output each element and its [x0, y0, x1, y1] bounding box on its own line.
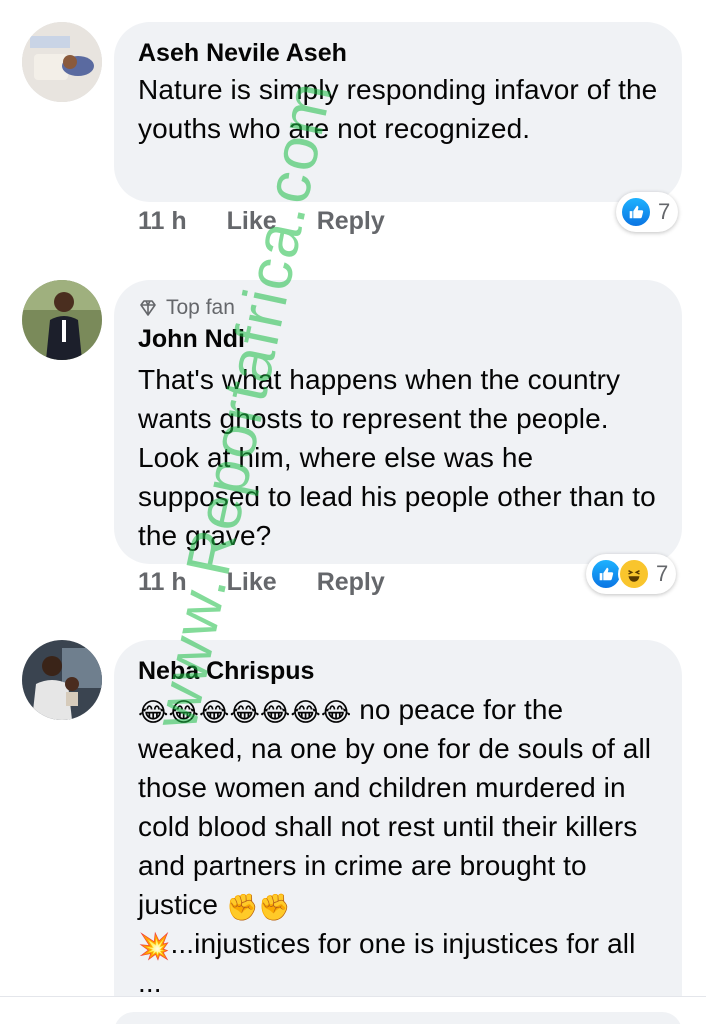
raised-fist-emoji: ✊✊ [225, 892, 291, 922]
reactions-summary[interactable]: 7 [586, 554, 677, 594]
comment-text: 😂😂😂😂😂😂😂 no peace for the weaked, na one … [138, 690, 658, 1002]
avatar-image [22, 640, 102, 720]
next-comment-bubble [114, 1012, 682, 1024]
haha-icon [618, 558, 650, 590]
comment-text: Nature is simply responding infavor of t… [138, 74, 658, 144]
avatar[interactable] [22, 22, 102, 102]
avatar[interactable] [22, 280, 102, 360]
top-fan-badge: Top fan [138, 294, 658, 322]
avatar[interactable] [22, 640, 102, 720]
collision-emoji: 💥 [138, 931, 171, 961]
comment-author[interactable]: Aseh Nevile Aseh [138, 36, 658, 70]
comment-text-part: ...injustices for one is injustices for … [138, 928, 636, 998]
comment-bubble: Aseh Nevile Aseh Nature is simply respon… [114, 22, 682, 202]
reply-button[interactable]: Reply [317, 568, 385, 597]
reply-button[interactable]: Reply [317, 207, 385, 236]
comment-text-part: no peace for the weaked, na one by one f… [138, 694, 652, 920]
comments-page: Aseh Nevile Aseh Nature is simply respon… [0, 0, 706, 1024]
reaction-count: 7 [656, 561, 669, 586]
diamond-icon [140, 300, 156, 316]
avatar-image [22, 280, 102, 360]
comment-author[interactable]: John Ndi [138, 322, 658, 356]
reactions-summary[interactable]: 7 [616, 192, 679, 232]
avatar-image [22, 22, 102, 102]
reaction-count: 7 [658, 199, 671, 224]
thumbs-up-icon [620, 196, 652, 228]
comment-time[interactable]: 11 h [138, 207, 187, 236]
